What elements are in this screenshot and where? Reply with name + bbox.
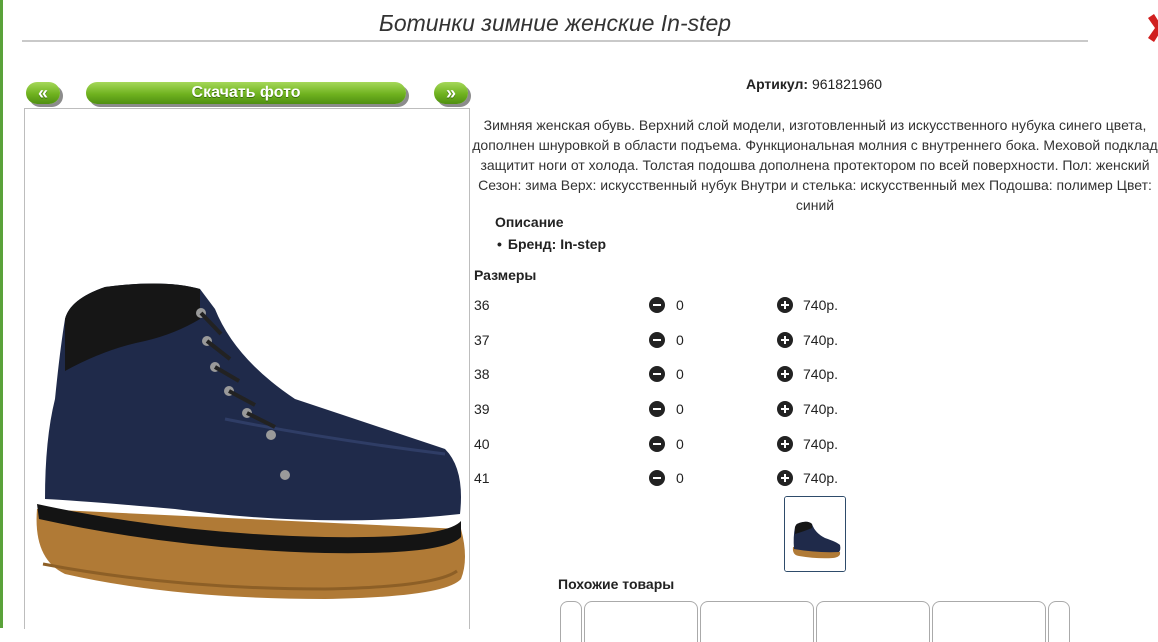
size-value: 36 [474, 297, 490, 313]
minus-icon[interactable] [649, 401, 665, 417]
similar-product-card[interactable] [816, 601, 930, 642]
price-value: 740р. [803, 297, 839, 313]
brand-item: • Бренд: In-step [497, 236, 606, 252]
size-row: 38 0 740р. [474, 364, 894, 384]
price-value: 740р. [803, 436, 839, 452]
plus-icon[interactable] [777, 297, 793, 313]
minus-icon[interactable] [649, 297, 665, 313]
minus-icon[interactable] [649, 366, 665, 382]
size-row: 41 0 740р. [474, 468, 894, 488]
price-value: 740р. [803, 332, 839, 348]
title-divider [22, 40, 1088, 42]
quantity-value: 0 [676, 297, 684, 313]
size-value: 38 [474, 366, 490, 382]
plus-icon[interactable] [777, 470, 793, 486]
sizes-heading: Размеры [474, 267, 537, 283]
brand-label: Бренд: In-step [507, 236, 607, 252]
quantity-value: 0 [676, 401, 684, 417]
size-value: 39 [474, 401, 490, 417]
photo-thumbnail[interactable] [784, 496, 846, 572]
price-value: 740р. [803, 470, 839, 486]
quantity-value: 0 [676, 436, 684, 452]
minus-icon[interactable] [649, 332, 665, 348]
size-row: 39 0 740р. [474, 399, 894, 419]
similar-product-card[interactable] [560, 601, 582, 642]
plus-icon[interactable] [777, 366, 793, 382]
similar-products-heading: Похожие товары [558, 576, 675, 592]
similar-product-card[interactable] [1048, 601, 1070, 642]
quantity-value: 0 [676, 332, 684, 348]
size-row: 37 0 740р. [474, 330, 894, 350]
page-title: Ботинки зимние женские In-step [378, 10, 732, 36]
price-value: 740р. [803, 366, 839, 382]
article-line: Артикул: 961821960 [470, 76, 1158, 92]
description-heading: Описание [495, 214, 564, 230]
prev-photo-button[interactable]: « [26, 82, 60, 104]
plus-icon[interactable] [777, 401, 793, 417]
quantity-value: 0 [676, 366, 684, 382]
article-value: 961821960 [811, 76, 883, 92]
similar-product-card[interactable] [932, 601, 1046, 642]
size-row: 36 0 740р. [474, 295, 894, 315]
close-icon[interactable] [1144, 12, 1158, 44]
left-border-stripe [0, 0, 3, 628]
article-label: Артикул: [745, 76, 809, 92]
next-photo-button[interactable]: » [434, 82, 468, 104]
minus-icon[interactable] [649, 470, 665, 486]
product-photo[interactable] [24, 108, 470, 629]
price-value: 740р. [803, 401, 839, 417]
similar-product-card[interactable] [700, 601, 814, 642]
size-row: 40 0 740р. [474, 434, 894, 454]
plus-icon[interactable] [777, 332, 793, 348]
similar-product-card[interactable] [584, 601, 698, 642]
quantity-value: 0 [676, 470, 684, 486]
bullet-icon: • [497, 236, 502, 252]
size-value: 41 [474, 470, 490, 486]
product-description: Зимняя женская обувь. Верхний слой модел… [472, 117, 1158, 213]
size-value: 40 [474, 436, 490, 452]
plus-icon[interactable] [777, 436, 793, 452]
size-value: 37 [474, 332, 490, 348]
minus-icon[interactable] [649, 436, 665, 452]
download-photo-button[interactable]: Скачать фото [86, 82, 406, 104]
